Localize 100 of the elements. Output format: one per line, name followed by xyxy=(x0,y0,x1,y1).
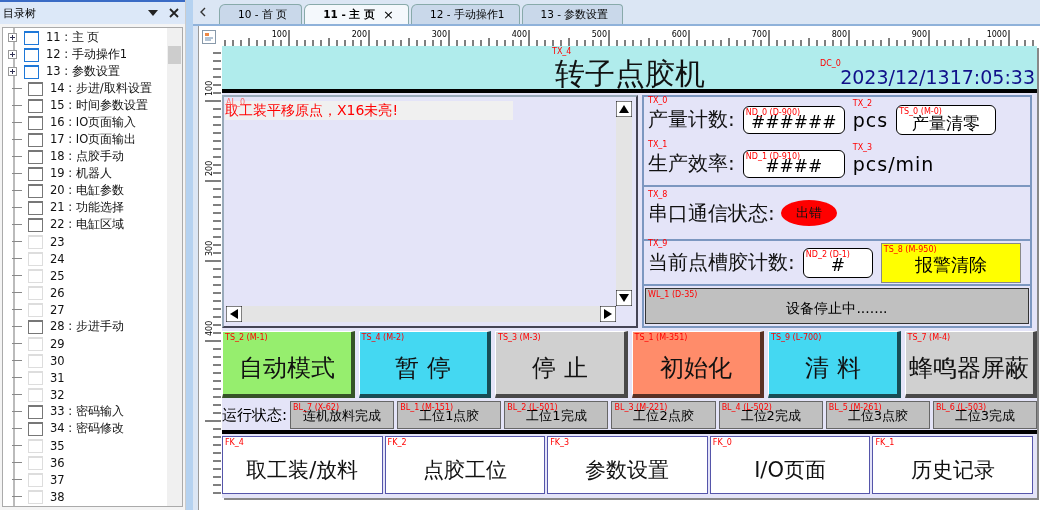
status-indicator: BL_1 (M-151) 工位1点胶 xyxy=(397,401,502,429)
status-indicator: BL_6 (L-503) 工位3完成 xyxy=(932,401,1038,429)
expand-icon[interactable] xyxy=(8,50,17,59)
number-field[interactable]: ND_0 (D-900) ###### xyxy=(742,105,845,134)
status-indicator: BL_7 (X-62) 连机放料完成 xyxy=(290,401,395,429)
tree-item[interactable]: 25 xyxy=(50,268,65,283)
mode-button[interactable]: TS_2 (M-1) 自动模式 xyxy=(222,331,355,398)
tree-item[interactable]: 30 xyxy=(50,353,65,368)
field-label: 产量计数: xyxy=(648,107,735,131)
reset-button[interactable]: TS_0 (M-0) 产量清零 xyxy=(896,104,997,135)
object-tag: TS_1 (M-351) xyxy=(634,334,688,342)
close-icon[interactable] xyxy=(169,8,180,18)
object-tag: FK_2 xyxy=(387,439,407,447)
status-indicator: BL_3 (M-221) 工位2点胶 xyxy=(611,401,716,429)
tree-item[interactable]: 33 : 密码输入 xyxy=(50,404,124,419)
tree-item[interactable]: 29 xyxy=(50,336,65,351)
tree-item[interactable]: 35 xyxy=(50,438,65,453)
tree-item[interactable]: 38 xyxy=(50,489,65,504)
scroll-left-icon[interactable] xyxy=(226,306,242,322)
object-tag: TX_3 xyxy=(852,143,873,152)
nav-button[interactable]: FK_4 取工装/放料 xyxy=(222,436,383,494)
tree-item[interactable]: 32 xyxy=(50,387,65,402)
object-tag: TS_4 (M-2) xyxy=(361,334,405,342)
nav-button[interactable]: FK_3 参数设置 xyxy=(547,436,708,494)
tree-item[interactable]: 31 xyxy=(50,370,65,385)
object-tag: FK_3 xyxy=(550,439,570,447)
tab[interactable]: 13 - 参数设置 xyxy=(521,4,624,24)
run-status-label: 运行状态: xyxy=(222,405,288,425)
tab[interactable]: 11 - 主 页 × xyxy=(304,4,409,24)
object-tag: TS_2 (M-1) xyxy=(225,334,268,342)
tree-item[interactable]: 26 xyxy=(50,285,65,300)
tree-item[interactable]: 16 : IO页面输入 xyxy=(50,115,137,130)
tree-item[interactable]: 23 xyxy=(50,234,65,249)
expand-icon[interactable] xyxy=(8,67,17,76)
mode-button[interactable]: TS_7 (M-4) 蜂鸣器屏蔽 xyxy=(904,331,1037,398)
mode-button[interactable]: TS_4 (M-2) 暂 停 xyxy=(358,331,491,398)
nav-button[interactable]: FK_0 I/O页面 xyxy=(709,436,871,494)
object-tag: FK_4 xyxy=(225,439,244,447)
object-tag: WL_1 (D-35) xyxy=(648,291,698,299)
screen-title: 转子点胶机 xyxy=(554,58,705,89)
scroll-up-icon[interactable] xyxy=(616,101,632,117)
expand-icon[interactable] xyxy=(8,33,17,42)
dropdown-icon[interactable] xyxy=(147,9,160,17)
mode-button[interactable]: TS_9 (L-700) 清 料 xyxy=(768,331,901,398)
scrollbar[interactable] xyxy=(167,28,183,506)
tree-item[interactable]: 14 : 步进/取料设置 xyxy=(50,81,152,96)
panel-title: 目录树 xyxy=(3,5,36,21)
tree-item[interactable]: 34 : 密码修改 xyxy=(50,421,124,436)
object-tag: TX_1 xyxy=(648,141,668,149)
alarm-clear-button[interactable]: TS_8 (M-950) 报警清除 xyxy=(880,242,1021,283)
tree-item[interactable]: 20 : 电缸参数 xyxy=(50,183,124,198)
status-message: WL_1 (D-35) 设备停止中....... xyxy=(645,288,1029,324)
tree-item[interactable]: 15 : 时间参数设置 xyxy=(50,98,148,113)
tree-item[interactable]: 13 : 参数设置 xyxy=(46,64,120,79)
vertical-ruler: 100 200 300 400 xyxy=(203,46,221,501)
status-indicator: BL_2 (L-501) 工位1完成 xyxy=(504,401,609,429)
object-tag: TS_8 (M-950) xyxy=(883,245,937,254)
scroll-left-icon[interactable] xyxy=(199,7,207,17)
object-tag: TS_0 (M-0) xyxy=(899,107,942,116)
object-tag: TX_8 xyxy=(648,190,668,199)
object-tag: TX_0 xyxy=(648,97,668,105)
object-tag: DC_0 xyxy=(820,60,841,68)
ruler-settings-icon[interactable] xyxy=(202,30,216,44)
number-field[interactable]: ND_2 (D-1) # xyxy=(802,247,873,278)
field-label: 生产效率: xyxy=(648,151,735,175)
object-tag: TS_9 (L-700) xyxy=(771,334,822,342)
tree-item[interactable]: 21 : 功能选择 xyxy=(50,200,124,215)
mode-button[interactable]: TS_3 (M-3) 停 止 xyxy=(495,331,628,398)
object-tag: FK_1 xyxy=(875,439,895,447)
tab[interactable]: 12 - 手动操作1 xyxy=(411,4,520,24)
date-time: 2023/12/1317:05:33 xyxy=(840,66,1035,88)
tree-item[interactable]: 36 xyxy=(50,455,65,470)
status-indicator: BL_4 (L-502) 工位2完成 xyxy=(718,401,823,429)
tree-item[interactable]: 17 : IO页面输出 xyxy=(50,132,137,147)
tree-item[interactable]: 19 : 机器人 xyxy=(50,166,112,181)
tree-item[interactable]: 37 xyxy=(50,472,65,487)
object-tag: TX_9 xyxy=(648,240,668,248)
tree-item[interactable]: 18 : 点胶手动 xyxy=(50,149,124,164)
tree-item[interactable]: 28 : 步进手动 xyxy=(50,319,124,334)
tree-item[interactable]: 24 xyxy=(50,251,65,266)
field-label: 串口通信状态: xyxy=(648,200,775,225)
tree-item[interactable]: 27 xyxy=(50,302,65,317)
tab[interactable]: 10 - 首 页 xyxy=(219,4,303,24)
scroll-right-icon[interactable] xyxy=(600,306,616,322)
tree-item[interactable]: 22 : 电缸区域 xyxy=(50,217,124,232)
tree-item[interactable]: 11 : 主 页 xyxy=(46,30,100,45)
object-tag: TX_4 xyxy=(552,48,572,56)
mode-button[interactable]: TS_1 (M-351) 初始化 xyxy=(631,331,764,398)
object-tag: TS_7 (M-4) xyxy=(907,334,951,342)
object-tag: TX_2 xyxy=(852,99,873,108)
nav-button[interactable]: FK_1 历史记录 xyxy=(872,436,1033,494)
object-tag: FK_0 xyxy=(712,439,732,447)
nav-button[interactable]: FK_2 点胶工位 xyxy=(384,436,546,494)
scroll-down-icon[interactable] xyxy=(616,290,632,306)
status-indicator: BL_5 (M-261) 工位3点胶 xyxy=(825,401,930,429)
number-field[interactable]: ND_1 (D-910) #### xyxy=(742,149,845,178)
status-lamp: 出错 xyxy=(780,200,837,226)
tree-item[interactable]: 12 : 手动操作1 xyxy=(46,47,128,62)
horizontal-ruler: 100 200 300 400 500 600 700 800 900 1000 xyxy=(220,28,1040,46)
unit-label: pcs xyxy=(852,108,889,131)
